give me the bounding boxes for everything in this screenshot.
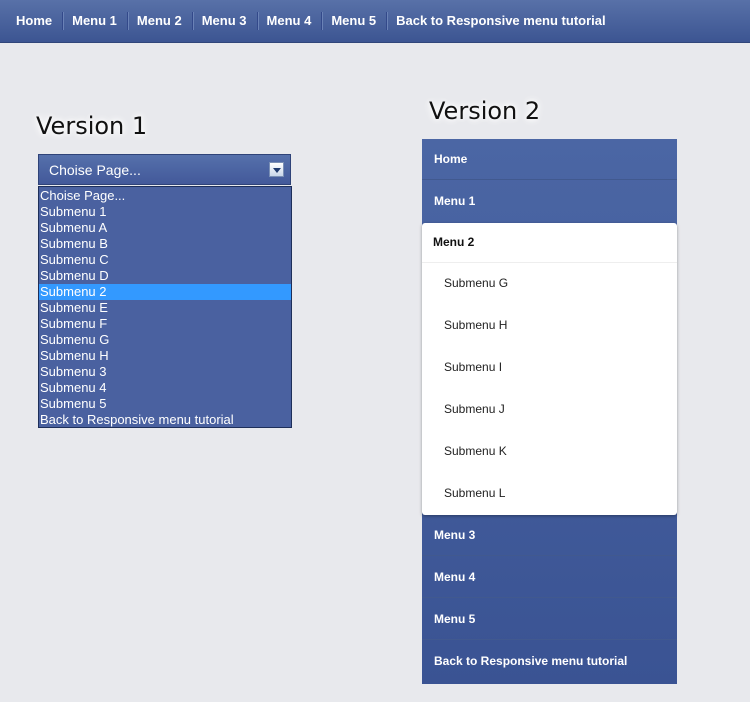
nav-item-menu-1[interactable]: Menu 1 [62,0,127,42]
select-option[interactable]: Submenu C [39,252,291,268]
menu-item-menu-1[interactable]: Menu 1 [422,181,677,222]
menu-item-menu-3[interactable]: Menu 3 [422,515,677,556]
version-2-title: Version 2 [429,97,541,125]
chevron-down-icon[interactable] [269,162,284,177]
menu-item-back-to-tutorial[interactable]: Back to Responsive menu tutorial [422,641,677,682]
nav-item-menu-4[interactable]: Menu 4 [256,0,322,42]
select-option[interactable]: Submenu D [39,268,291,284]
divider [422,262,677,263]
select-option[interactable]: Submenu 4 [39,380,291,396]
submenu-panel: Menu 2 Submenu G Submenu H Submenu I Sub… [422,223,677,515]
submenu-item-i[interactable]: Submenu I [444,357,502,377]
version-1-title: Version 1 [36,112,148,140]
top-nav: Home Menu 1 Menu 2 Menu 3 Menu 4 Menu 5 … [0,0,750,43]
select-value: Choise Page... [49,162,141,178]
submenu-item-l[interactable]: Submenu L [444,483,505,503]
select-option[interactable]: Submenu F [39,316,291,332]
submenu-item-g[interactable]: Submenu G [444,273,508,293]
submenu-item-k[interactable]: Submenu K [444,441,507,461]
nav-item-menu-5[interactable]: Menu 5 [321,0,386,42]
select-option[interactable]: Submenu A [39,220,291,236]
select-option[interactable]: Submenu 5 [39,396,291,412]
select-option[interactable]: Choise Page... [39,188,291,204]
select-option[interactable]: Submenu G [39,332,291,348]
select-option[interactable]: Submenu 3 [39,364,291,380]
nav-item-back-to-tutorial[interactable]: Back to Responsive menu tutorial [386,0,616,42]
select-option[interactable]: Submenu 1 [39,204,291,220]
menu-item-menu-2-open[interactable]: Menu 2 [433,223,474,262]
nav-item-menu-3[interactable]: Menu 3 [191,0,257,42]
select-option[interactable]: Submenu E [39,300,291,316]
nav-item-home[interactable]: Home [6,0,62,42]
page-select[interactable]: Choise Page... [38,154,291,185]
submenu-item-j[interactable]: Submenu J [444,399,505,419]
submenu-item-h[interactable]: Submenu H [444,315,507,335]
select-option-highlighted[interactable]: Submenu 2 [39,284,291,300]
menu-item-home[interactable]: Home [422,139,677,180]
menu-item-menu-5[interactable]: Menu 5 [422,599,677,640]
nav-item-menu-2[interactable]: Menu 2 [126,0,192,42]
select-option[interactable]: Submenu H [39,348,291,364]
menu-item-menu-4[interactable]: Menu 4 [422,557,677,598]
select-option[interactable]: Submenu B [39,236,291,252]
select-option[interactable]: Back to Responsive menu tutorial [39,412,291,428]
select-options-list: Choise Page... Submenu 1 Submenu A Subme… [38,186,292,428]
